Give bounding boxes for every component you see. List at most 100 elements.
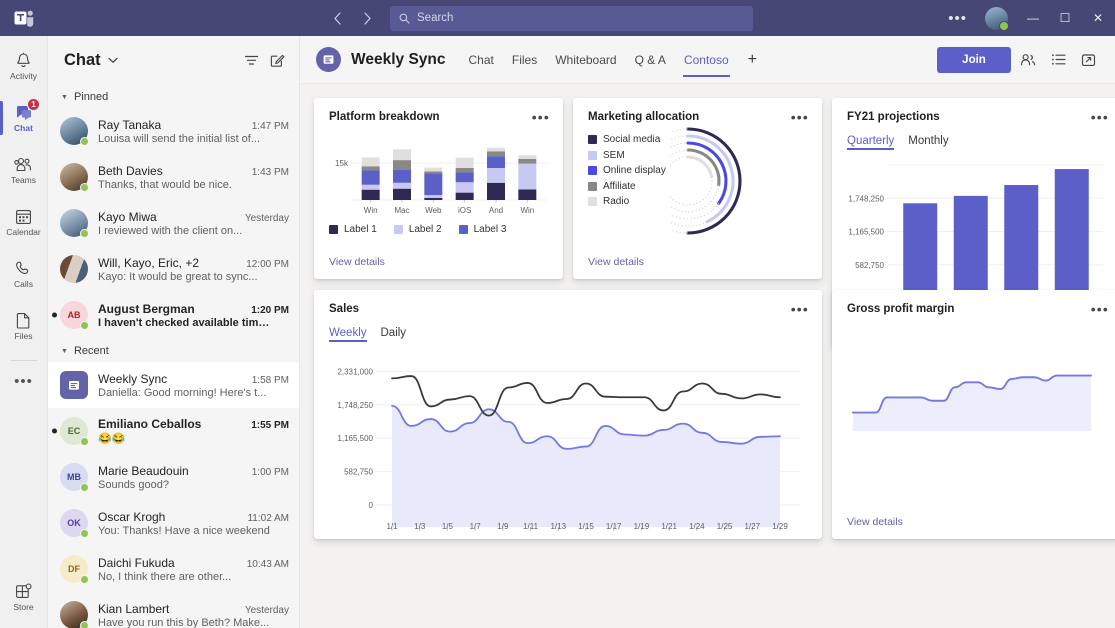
platform-breakdown-chart: 15k Win Mac Web iOS And Win bbox=[329, 134, 548, 216]
chat-list-scroll[interactable]: ▼ Pinned Ray Tanaka 1:47 PM Louisa will send… bbox=[48, 84, 299, 628]
minimize-button[interactable]: — bbox=[1017, 0, 1049, 36]
legend-label: Label 2 bbox=[408, 224, 442, 235]
rail-label-activity: Activity bbox=[10, 71, 37, 82]
chat-item-name: Weekly Sync bbox=[98, 371, 168, 386]
chat-list-item[interactable]: OK Oscar Krogh 11:02 AM You: Thanks! Have a… bbox=[48, 500, 299, 546]
join-button[interactable]: Join bbox=[937, 46, 1011, 73]
avatar bbox=[60, 117, 89, 146]
bell-icon bbox=[14, 51, 33, 70]
card-title: Sales bbox=[329, 303, 360, 315]
svg-text:2,331,000: 2,331,000 bbox=[337, 367, 373, 376]
chat-list-item[interactable]: DF Daichi Fukuda 10:43 AM No, I think there… bbox=[48, 546, 299, 592]
chat-item-name: Beth Davies bbox=[98, 163, 163, 178]
presence-badge bbox=[80, 437, 89, 446]
close-button[interactable]: ✕ bbox=[1081, 0, 1115, 36]
search-icon bbox=[399, 13, 410, 24]
list-icon[interactable] bbox=[1045, 47, 1071, 73]
rail-item-activity[interactable]: Activity bbox=[0, 42, 48, 90]
card-menu-button[interactable]: ••• bbox=[791, 110, 809, 124]
legend-item: Label 2 bbox=[393, 224, 442, 235]
search-input[interactable]: Search bbox=[390, 5, 753, 31]
chat-list-item[interactable]: Ray Tanaka 1:47 PM Louisa will send the in… bbox=[48, 108, 299, 154]
chat-item-name: Daichi Fukuda bbox=[98, 555, 175, 570]
svg-text:Mac: Mac bbox=[394, 206, 409, 215]
tab-weekly[interactable]: Weekly bbox=[329, 327, 367, 342]
view-details-link[interactable]: View details bbox=[588, 256, 644, 268]
chat-item-name: Oscar Krogh bbox=[98, 509, 166, 524]
chat-list-item[interactable]: Beth Davies 1:43 PM Thanks, that would be … bbox=[48, 154, 299, 200]
rail-item-store[interactable]: Store bbox=[0, 576, 48, 624]
chat-list-item[interactable]: Kian Lambert Yesterday Have you run this b… bbox=[48, 592, 299, 628]
chat-group-header-recent[interactable]: ▼ Recent bbox=[48, 338, 299, 362]
legend-swatch bbox=[588, 197, 597, 206]
chat-list-item[interactable]: Kayo Miwa Yesterday I reviewed with the cl… bbox=[48, 200, 299, 246]
avatar bbox=[60, 371, 88, 399]
presence-badge bbox=[80, 229, 89, 238]
rail-item-files[interactable]: Files bbox=[0, 302, 48, 350]
back-button[interactable] bbox=[324, 5, 350, 31]
card-menu-button[interactable]: ••• bbox=[532, 110, 550, 124]
chat-item-time: 1:58 PM bbox=[251, 374, 289, 386]
card-menu-button[interactable]: ••• bbox=[1091, 302, 1109, 316]
maximize-button[interactable]: ☐ bbox=[1049, 0, 1081, 36]
compose-icon[interactable] bbox=[270, 53, 285, 68]
card-title: Gross profit margin bbox=[847, 303, 955, 315]
view-details-link[interactable]: View details bbox=[847, 516, 903, 528]
rail-item-chat[interactable]: 1 Chat bbox=[0, 94, 48, 142]
popout-icon[interactable] bbox=[1075, 47, 1101, 73]
view-details-link[interactable]: View details bbox=[329, 256, 385, 268]
chat-item-time: 1:47 PM bbox=[251, 120, 289, 132]
tab-quarterly[interactable]: Quarterly bbox=[847, 135, 895, 150]
dashboard-grid: Platform breakdown ••• 15k Win Mac Web iOS An… bbox=[300, 84, 1115, 628]
tab-chat[interactable]: Chat bbox=[460, 36, 503, 84]
forward-button[interactable] bbox=[354, 5, 380, 31]
filter-icon[interactable] bbox=[244, 54, 259, 67]
tab-q-a[interactable]: Q & A bbox=[626, 36, 675, 84]
legend-label: Online display bbox=[603, 165, 666, 176]
chat-list-item[interactable]: MB Marie Beaudouin 1:00 PM Sounds good? bbox=[48, 454, 299, 500]
tab-whiteboard[interactable]: Whiteboard bbox=[546, 36, 625, 84]
avatar: EC bbox=[60, 417, 89, 446]
team-avatar-icon bbox=[316, 47, 341, 72]
legend-label: Label 3 bbox=[473, 224, 507, 235]
chat-item-preview: I reviewed with the client on... bbox=[98, 224, 243, 237]
chat-list-item[interactable]: EC Emiliano Ceballos 1:55 PM 😂😂 bbox=[48, 408, 299, 454]
svg-text:1/21: 1/21 bbox=[661, 522, 677, 531]
people-icon[interactable] bbox=[1015, 47, 1041, 73]
rail-item-calendar[interactable]: Calendar bbox=[0, 198, 48, 246]
user-avatar[interactable] bbox=[985, 6, 1009, 31]
legend-item: Radio bbox=[588, 196, 666, 207]
marketing-legend: Social media SEM Online display Affiliat… bbox=[588, 134, 666, 237]
legend-label: Label 1 bbox=[344, 224, 377, 235]
rail-more-button[interactable]: ••• bbox=[0, 363, 48, 399]
svg-text:Win: Win bbox=[520, 206, 534, 215]
chat-list-panel: Chat ▼ Pinned Ray Tanaka 1:47 PM Louisa will… bbox=[48, 36, 300, 628]
chat-group-header-pinned[interactable]: ▼ Pinned bbox=[48, 84, 299, 108]
svg-text:1,748,250: 1,748,250 bbox=[848, 194, 884, 203]
card-gross-profit-margin: Gross profit margin ••• View details bbox=[832, 290, 1115, 539]
tab-files[interactable]: Files bbox=[503, 36, 546, 84]
chat-item-time: 11:02 AM bbox=[247, 512, 289, 524]
teams-logo-icon bbox=[0, 9, 48, 28]
tab-monthly[interactable]: Monthly bbox=[908, 135, 948, 150]
avatar: DF bbox=[60, 555, 89, 584]
card-menu-button[interactable]: ••• bbox=[1091, 110, 1109, 124]
add-tab-button[interactable]: + bbox=[738, 51, 767, 69]
svg-text:1/25: 1/25 bbox=[717, 522, 733, 531]
chat-list-item[interactable]: Will, Kayo, Eric, +2 12:00 PM Kayo: It wou… bbox=[48, 246, 299, 292]
tab-daily[interactable]: Daily bbox=[381, 327, 407, 342]
chat-list-item[interactable]: AB August Bergman 1:20 PM I haven't checked… bbox=[48, 292, 299, 338]
chevron-down-icon: ▼ bbox=[61, 93, 68, 101]
page-title: Weekly Sync bbox=[351, 50, 446, 68]
calendar-icon bbox=[14, 207, 33, 226]
tab-contoso[interactable]: Contoso bbox=[675, 36, 738, 84]
rail-item-calls[interactable]: Calls bbox=[0, 250, 48, 298]
chat-item-name: Emiliano Ceballos bbox=[98, 417, 202, 431]
app-more-button[interactable]: ••• bbox=[939, 10, 976, 27]
card-menu-button[interactable]: ••• bbox=[791, 302, 809, 316]
chevron-down-icon[interactable] bbox=[108, 57, 118, 64]
legend-swatch bbox=[588, 135, 597, 144]
rail-item-teams[interactable]: Teams bbox=[0, 146, 48, 194]
chat-item-preview: Daniella: Good morning! Here's t... bbox=[98, 386, 267, 399]
chat-list-item[interactable]: Weekly Sync 1:58 PM Daniella: Good morning… bbox=[48, 362, 299, 408]
